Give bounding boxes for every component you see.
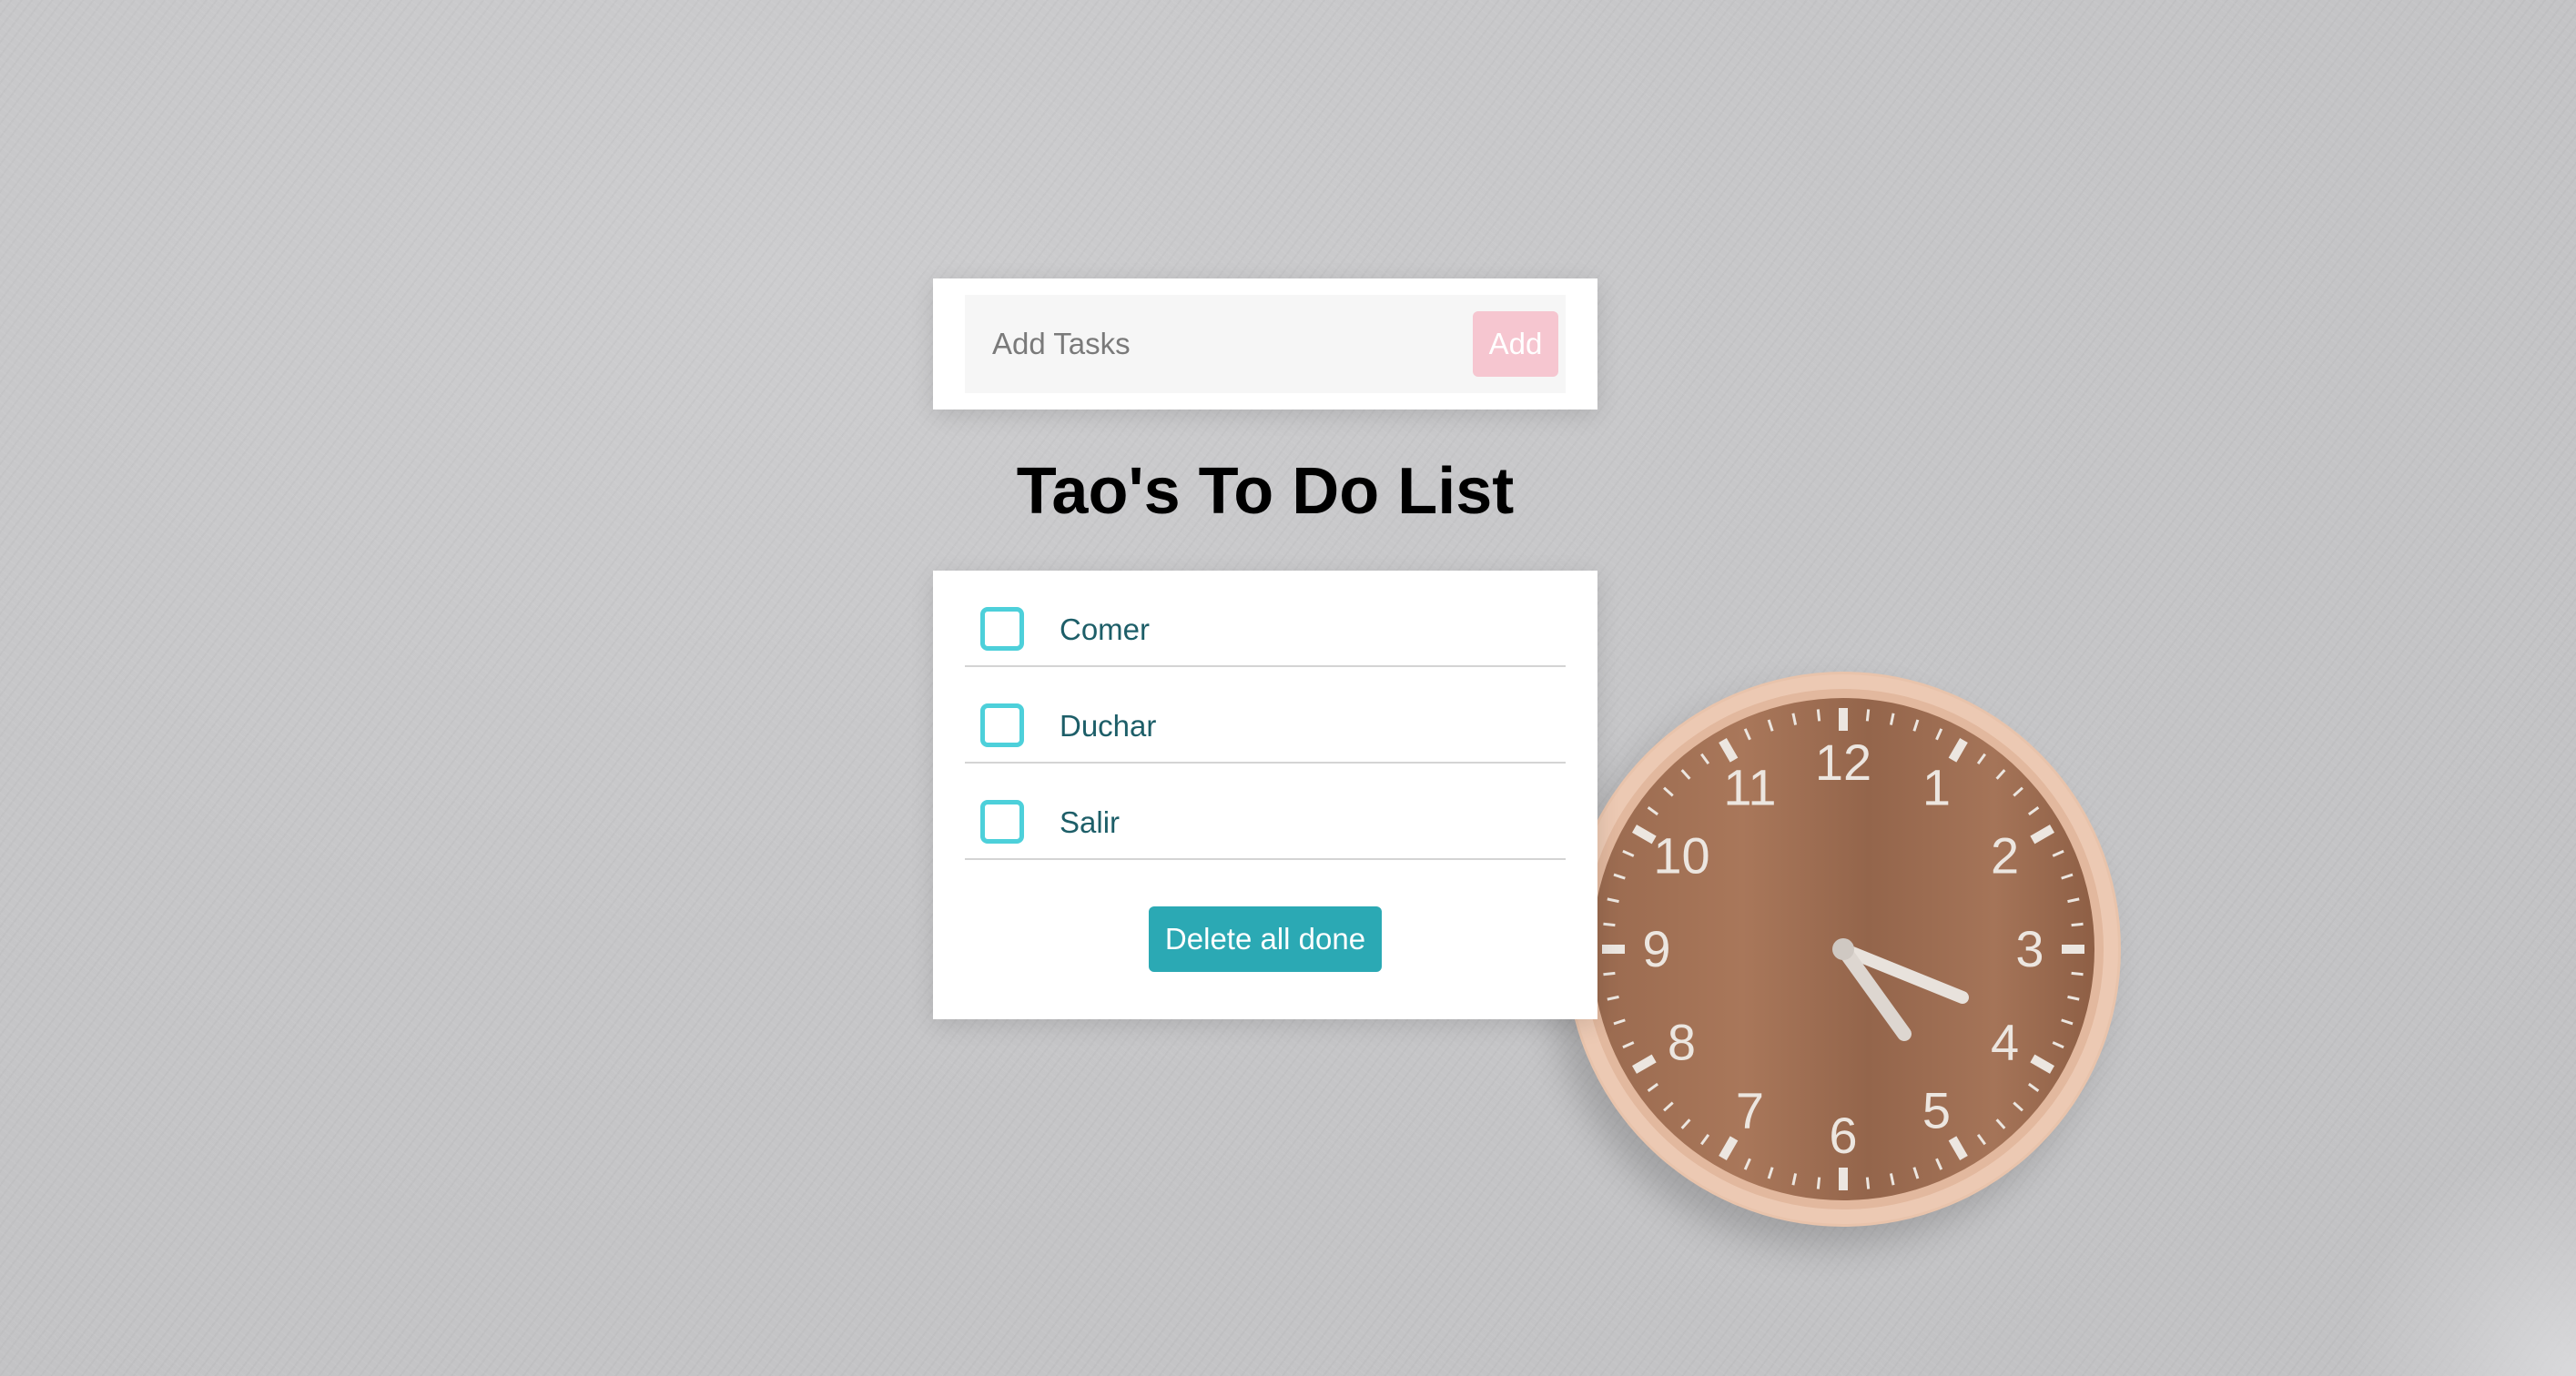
clock-tick [1865, 709, 1871, 722]
clock-tick [1603, 971, 1616, 976]
clock-number: 8 [1668, 1014, 1696, 1071]
clock-number: 4 [1991, 1014, 2019, 1071]
task-list: Comer Duchar Salir [965, 571, 1566, 860]
wall-shadow [2339, 1139, 2576, 1376]
task-label: Comer [1060, 612, 1151, 646]
clock-number: 9 [1642, 920, 1670, 977]
add-task-card: Add [933, 278, 1597, 410]
add-button[interactable]: Add [1473, 311, 1558, 377]
task-checkbox[interactable] [980, 800, 1024, 844]
task-list-card: Comer Duchar Salir Delete all done [933, 571, 1597, 1019]
task-checkbox[interactable] [980, 607, 1024, 651]
clock-number: 6 [1829, 1107, 1857, 1164]
clock-tick [2071, 922, 2084, 927]
clock-tick [2071, 971, 2084, 976]
clock-tick [1816, 709, 1821, 722]
page-title: Tao's To Do List [1016, 455, 1515, 528]
clock-face: 12 12 3 45 6 78 9 1011 [1568, 674, 2118, 1224]
clock-number: 2 [1991, 827, 2019, 885]
clock-number: 5 [1922, 1082, 1951, 1139]
clock-number: 1 [1922, 758, 1951, 815]
clock-number: 10 [1653, 827, 1709, 885]
task-checkbox[interactable] [980, 703, 1024, 747]
clock-number: 7 [1736, 1082, 1764, 1139]
clock-number: 11 [1723, 758, 1776, 815]
delete-all-done-button[interactable]: Delete all done [1149, 906, 1382, 972]
clock-tick [1816, 1177, 1821, 1189]
clock-center-pin [1832, 938, 1854, 960]
add-task-input[interactable] [965, 295, 1475, 393]
clock-number: 12 [1815, 734, 1871, 791]
task-item: Comer [965, 571, 1566, 667]
task-label: Salir [1060, 805, 1121, 839]
clock-tick [1603, 922, 1616, 927]
clock-number: 3 [2015, 920, 2044, 977]
add-task-row: Add [965, 295, 1566, 393]
wall-clock-image: 12 1 2 3 4 5 6 7 8 9 10 11 [1566, 672, 2121, 1227]
task-label: Duchar [1060, 709, 1157, 743]
task-item: Duchar [965, 667, 1566, 764]
clock-tick [1865, 1177, 1871, 1189]
task-item: Salir [965, 764, 1566, 860]
